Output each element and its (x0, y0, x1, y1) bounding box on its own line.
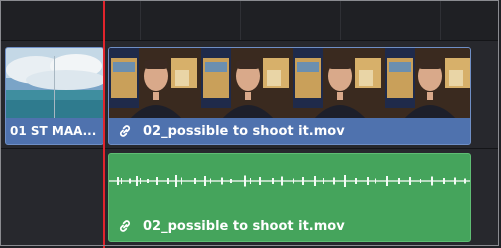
timeline-panel: 01 ST MAA... 02_possible to shoot it.mov… (0, 0, 501, 248)
timeline-border (0, 0, 499, 246)
